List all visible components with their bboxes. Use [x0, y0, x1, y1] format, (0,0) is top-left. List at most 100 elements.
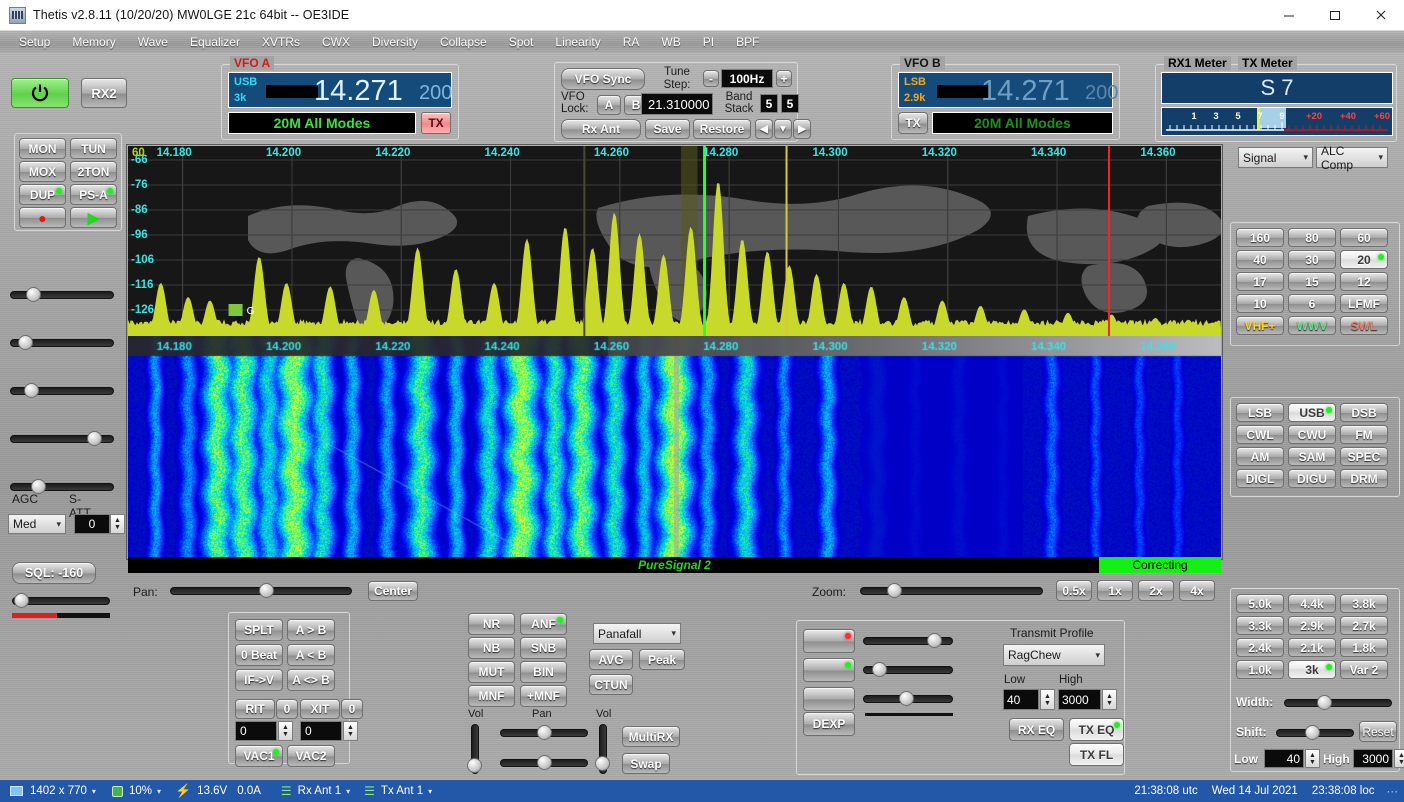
vac-button-vac2[interactable]: VAC2 — [287, 745, 335, 767]
dsp-button--mnf[interactable]: +MNF — [520, 685, 567, 707]
maximize-button[interactable] — [1312, 0, 1358, 31]
bands-button-60[interactable]: 60 — [1340, 228, 1388, 247]
rx2-pan-slider[interactable] — [500, 756, 588, 769]
width-slider[interactable] — [1284, 696, 1392, 709]
zoom-0-5x-button[interactable]: 0.5x — [1056, 580, 1092, 601]
resize-grip[interactable]: ⋯ — [1387, 784, 1399, 798]
rit-button[interactable]: RIT — [235, 699, 275, 719]
filters-button-2-4k[interactable]: 2.4k — [1236, 638, 1284, 657]
bands-button-20[interactable]: 20 — [1340, 250, 1388, 269]
xit-value-field[interactable]: 0 — [300, 721, 342, 741]
xvtr-frequency-field[interactable]: 21.310000 — [641, 93, 713, 115]
slider[interactable] — [10, 384, 114, 397]
bands-button-160[interactable]: 160 — [1236, 228, 1284, 247]
bands-button-swl[interactable]: SWL — [1340, 316, 1388, 335]
filters-button-3-8k[interactable]: 3.8k — [1340, 594, 1388, 613]
bands-button-40[interactable]: 40 — [1236, 250, 1284, 269]
waterfall[interactable] — [128, 336, 1221, 558]
slider-thumb[interactable] — [24, 383, 39, 398]
vfo-button-if-v[interactable]: IF->V — [235, 669, 283, 691]
vfo-lock-a-button[interactable]: A — [597, 95, 621, 115]
menu-item-wb[interactable]: WB — [650, 33, 691, 51]
slider-thumb[interactable] — [927, 633, 942, 648]
menu-item-collapse[interactable]: Collapse — [429, 33, 498, 51]
satt-stepper[interactable]: ▲▼ — [110, 514, 125, 534]
modes-button-spec[interactable]: SPEC — [1340, 447, 1388, 466]
bands-button-lfmf[interactable]: LFMF — [1340, 294, 1388, 313]
slider-thumb[interactable] — [259, 583, 274, 598]
multirx-button[interactable]: MultiRX — [622, 726, 680, 747]
bands-button-6[interactable]: 6 — [1288, 294, 1336, 313]
zoom-4x-button[interactable]: 4x — [1179, 580, 1215, 601]
zoom-1x-button[interactable]: 1x — [1097, 580, 1133, 601]
vfo-button-a-b[interactable]: A > B — [287, 619, 335, 641]
restore-button[interactable]: Restore — [693, 119, 751, 139]
slider-thumb[interactable] — [1317, 695, 1332, 710]
tx-button-dup[interactable]: DUP — [19, 184, 66, 205]
xit-zero-button[interactable]: 0 — [341, 699, 363, 719]
menu-item-wave[interactable]: Wave — [127, 33, 179, 51]
ctun-button[interactable]: CTUN — [589, 674, 633, 695]
tx-low-stepper[interactable]: ▲▼ — [1040, 689, 1055, 710]
xit-button[interactable]: XIT — [300, 699, 340, 719]
puresignal-bar[interactable]: PureSignal 2 Correcting — [128, 557, 1221, 573]
dsp-button-mut[interactable]: MUT — [468, 661, 515, 683]
bandstack-prev-button[interactable]: ◀ — [755, 119, 773, 139]
tx-high-stepper[interactable]: ▲▼ — [1102, 689, 1117, 710]
filters-button-2-1k[interactable]: 2.1k — [1288, 638, 1336, 657]
vfo-button-splt[interactable]: SPLT — [235, 619, 283, 641]
slider-thumb[interactable] — [595, 756, 610, 771]
meter-source-select[interactable]: Signal ▾ — [1238, 147, 1313, 168]
modes-button-drm[interactable]: DRM — [1340, 469, 1388, 488]
filters-button-4-4k[interactable]: 4.4k — [1288, 594, 1336, 613]
dsp-button-mnf[interactable]: MNF — [468, 685, 515, 707]
satt-value[interactable]: 0 — [74, 514, 110, 534]
bands-button-12[interactable]: 12 — [1340, 272, 1388, 291]
tx-eq-button[interactable]: TX EQ — [1069, 718, 1124, 741]
menu-item-memory[interactable]: Memory — [61, 33, 126, 51]
slider-thumb[interactable] — [18, 335, 33, 350]
filters-button-5-0k[interactable]: 5.0k — [1236, 594, 1284, 613]
vfo-button-a-b[interactable]: A <> B — [287, 669, 335, 691]
tx-meter-source-select[interactable]: ALC Comp ▾ — [1316, 147, 1388, 168]
tune-step-down-button[interactable]: - — [703, 70, 719, 87]
rit-value-field[interactable]: 0 — [235, 721, 277, 741]
chevron-down-icon[interactable]: ▾ — [428, 787, 432, 796]
vox-button[interactable] — [803, 687, 855, 711]
close-button[interactable] — [1358, 0, 1404, 31]
mic-slider[interactable] — [863, 634, 953, 647]
bands-button-17[interactable]: 17 — [1236, 272, 1284, 291]
dsp-button-snb[interactable]: SNB — [520, 637, 567, 659]
dexp-button[interactable]: DEXP — [803, 712, 855, 736]
save-button[interactable]: Save — [645, 119, 690, 139]
swap-button[interactable]: Swap — [622, 753, 670, 774]
filter-high-field[interactable]: 3000 — [1353, 749, 1393, 768]
bandstack-down-button[interactable]: ▼ — [774, 119, 792, 139]
tx-high-field[interactable]: 3000 — [1058, 689, 1101, 710]
slider-thumb[interactable] — [87, 431, 102, 446]
comp-button[interactable] — [803, 658, 855, 682]
slider-thumb[interactable] — [537, 725, 552, 740]
dsp-button-anf[interactable]: ANF — [520, 613, 567, 635]
vox-slider[interactable] — [863, 692, 953, 705]
filter-high-stepper[interactable]: ▲▼ — [1394, 749, 1404, 768]
shift-slider[interactable] — [1276, 726, 1354, 739]
slider-thumb[interactable] — [26, 287, 41, 302]
rx1-volume-slider[interactable] — [468, 724, 481, 774]
filter-reset-button[interactable]: Reset — [1359, 721, 1397, 742]
slider[interactable] — [10, 336, 114, 349]
filters-button-var-2[interactable]: Var 2 — [1340, 660, 1388, 679]
tx-button-mox[interactable]: MOX — [19, 161, 66, 182]
tx-button-tun[interactable]: TUN — [70, 138, 117, 159]
menu-item-bpf[interactable]: BPF — [725, 33, 770, 51]
modes-button-usb[interactable]: USB — [1288, 403, 1336, 422]
rx2-button[interactable]: RX2 — [81, 78, 127, 108]
filter-low-field[interactable]: 40 — [1264, 749, 1304, 768]
transmit-profile-select[interactable]: RagChew ▾ — [1003, 644, 1105, 666]
slider-thumb[interactable] — [467, 758, 482, 773]
filters-button-2-7k[interactable]: 2.7k — [1340, 616, 1388, 635]
modes-button-cwl[interactable]: CWL — [1236, 425, 1284, 444]
menu-item-cwx[interactable]: CWX — [311, 33, 361, 51]
slider-thumb[interactable] — [887, 583, 902, 598]
xit-stepper[interactable]: ▲▼ — [343, 721, 358, 741]
